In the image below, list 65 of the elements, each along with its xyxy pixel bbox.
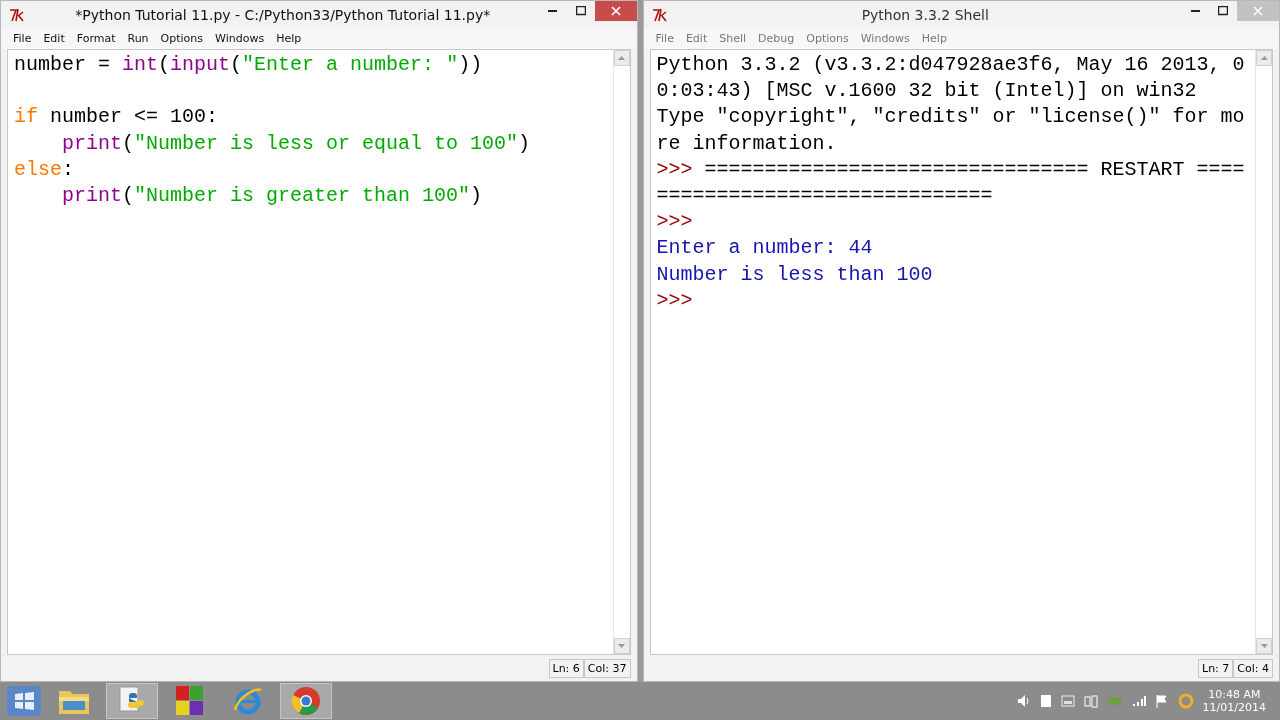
battery-plug-icon[interactable]: [1083, 694, 1098, 708]
code-line: print("Number is greater than 100"): [61, 182, 484, 209]
line-number-status: Ln: 6: [548, 658, 584, 678]
up-triangle-icon: [618, 56, 625, 60]
code-line: 0:03:43) [MSC v.1600 32 bit (Intel)] on win32: [656, 78, 1198, 105]
code-line: re information.: [656, 130, 838, 157]
code-line: ============================: [656, 182, 994, 209]
column-number-status: Col: 4: [1233, 658, 1273, 678]
signal-bars-icon[interactable]: [1131, 695, 1146, 707]
column-number-status: Col: 37: [583, 658, 631, 678]
code-line: Number is less than 100: [656, 261, 934, 288]
menu-item[interactable]: Help: [915, 29, 953, 49]
maximize-icon: [1218, 6, 1228, 16]
up-triangle-icon: [1260, 56, 1268, 60]
clock-date[interactable]: 11/01/2014: [1202, 701, 1266, 714]
minimize-icon: [1190, 10, 1200, 12]
menu-item[interactable]: File: [649, 29, 680, 49]
monitor-icon[interactable]: [1060, 695, 1075, 707]
taskbar-button[interactable]: [106, 683, 158, 719]
colored-squares-icon: [176, 686, 204, 716]
menu-item[interactable]: Run: [121, 29, 155, 49]
down-triangle-icon: [618, 644, 625, 648]
window-title: Python 3.3.2 Shell: [860, 7, 990, 23]
flag-icon[interactable]: [1154, 694, 1169, 708]
close-button[interactable]: [594, 1, 637, 21]
window-title: *Python Tutorial 11.py - C:/Python33/Python Tutorial 11.py*: [74, 7, 492, 23]
code-line: Enter a number: 44: [656, 235, 874, 262]
code-line: >>>: [656, 209, 694, 236]
code-line: >>> ================================ RESTART ====: [656, 156, 1246, 183]
taskbar-button[interactable]: [280, 683, 332, 719]
menu-item[interactable]: Debug: [752, 29, 801, 49]
menu-item[interactable]: File: [7, 29, 38, 49]
browser-circle-icon: [291, 686, 321, 716]
line-number-status: Ln: 7: [1198, 658, 1234, 678]
menu-item[interactable]: Format: [70, 29, 122, 49]
menu-item[interactable]: Windows: [209, 29, 271, 49]
menu-item[interactable]: Options: [800, 29, 855, 49]
code-line: Type "copyright", "credits" or "license()" for mo: [656, 104, 1246, 131]
scroll-up-button[interactable]: [613, 50, 630, 66]
minimize-icon: [548, 10, 557, 12]
close-icon: [1253, 6, 1263, 16]
speaker-icon[interactable]: [1016, 694, 1031, 708]
code-line: Python 3.3.2 (v3.3.2:d047928ae3f6, May 16 2013, 0: [656, 52, 1246, 78]
down-triangle-icon: [1260, 644, 1268, 648]
maximize-icon: [575, 6, 586, 16]
clock-time[interactable]: 10:48 AM: [1208, 688, 1261, 701]
scroll-up-button[interactable]: [1256, 50, 1272, 66]
code-line: number = int(input("Enter a number: ")): [14, 52, 484, 78]
ring-icon[interactable]: [1177, 693, 1194, 709]
browser-e-icon: [233, 686, 263, 716]
close-icon: [610, 6, 621, 16]
code-line: print("Number is less or equal to 100"): [61, 130, 532, 157]
scroll-down-button[interactable]: [1256, 638, 1272, 654]
code-line: else:: [14, 156, 76, 183]
menu-item[interactable]: Windows: [854, 29, 916, 49]
menu-item[interactable]: Edit: [37, 29, 71, 49]
document-icon[interactable]: [1039, 694, 1052, 708]
menu-item[interactable]: Shell: [713, 29, 753, 49]
code-line: if number <= 100:: [14, 104, 220, 131]
start-button[interactable]: [6, 685, 42, 717]
menu-item[interactable]: Edit: [679, 29, 714, 49]
code-line: >>>: [656, 287, 694, 314]
scroll-down-button[interactable]: [613, 638, 630, 654]
menu-item[interactable]: Help: [270, 29, 308, 49]
menu-item[interactable]: Options: [154, 29, 210, 49]
